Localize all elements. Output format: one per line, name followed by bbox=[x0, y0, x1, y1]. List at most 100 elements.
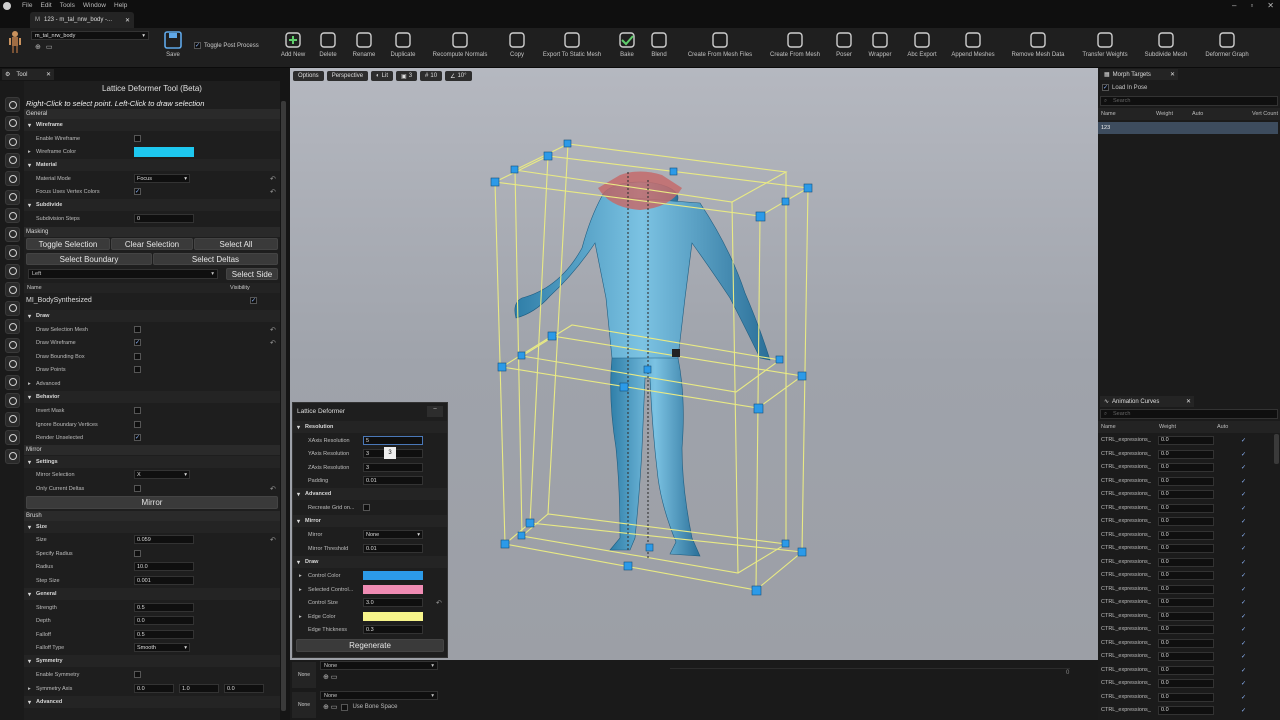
section-masking[interactable]: Masking bbox=[24, 227, 280, 237]
anim-dropdown-2[interactable]: None ▾ bbox=[320, 691, 438, 700]
anim-browse-buttons-1[interactable]: ⊕ ▭ bbox=[323, 673, 337, 681]
curve-row[interactable]: CTRL_expressions_ 0.0 ✓ bbox=[1098, 529, 1274, 543]
curve-row[interactable]: CTRL_expressions_ 0.0 ✓ bbox=[1098, 569, 1274, 583]
curve-weight-input[interactable]: 0.0 bbox=[1158, 706, 1214, 715]
preview-thumb-1[interactable]: None bbox=[292, 662, 316, 688]
tab-tool[interactable]: ⚙ Tool ✕ bbox=[2, 69, 54, 80]
close-tab-icon[interactable]: ✕ bbox=[125, 17, 130, 24]
curve-auto-checkbox[interactable]: ✓ bbox=[1241, 707, 1246, 714]
curve-row[interactable]: CTRL_expressions_ 0.0 ✓ bbox=[1098, 542, 1274, 556]
anim-browse-buttons-2[interactable]: ⊕ ▭ bbox=[323, 703, 337, 711]
menu-help[interactable]: Help bbox=[114, 2, 127, 9]
curve-row[interactable]: CTRL_expressions_ 0.0 ✓ bbox=[1098, 502, 1274, 516]
anim-dropdown-1[interactable]: None ▾ bbox=[320, 661, 438, 670]
curve-row[interactable]: CTRL_expressions_ 0.0 ✓ bbox=[1098, 650, 1274, 664]
control-color-swatch[interactable] bbox=[363, 571, 423, 580]
curve-row[interactable]: CTRL_expressions_ 0.0 ✓ bbox=[1098, 664, 1274, 678]
selected-control-color-swatch[interactable] bbox=[363, 585, 423, 594]
morph-row[interactable]: 123 bbox=[1098, 122, 1278, 134]
curve-auto-checkbox[interactable]: ✓ bbox=[1241, 491, 1246, 498]
skin-tool-icon[interactable] bbox=[5, 337, 20, 353]
edge-thickness-input[interactable]: 0.3 bbox=[363, 625, 423, 634]
curve-row[interactable]: CTRL_expressions_ 0.0 ✓ bbox=[1098, 637, 1274, 651]
subsection-wireframe[interactable]: Wireframe bbox=[24, 119, 280, 131]
timeline-track[interactable] bbox=[670, 668, 1070, 669]
curve-row[interactable]: CTRL_expressions_ 0.0 ✓ bbox=[1098, 448, 1274, 462]
preview-thumb-2[interactable]: None bbox=[292, 692, 316, 718]
curve-weight-input[interactable]: 0.0 bbox=[1158, 476, 1214, 486]
menu-window[interactable]: Window bbox=[83, 2, 106, 9]
subsection-resolution[interactable]: Resolution bbox=[293, 421, 447, 433]
close-tool-tab-icon[interactable]: ✕ bbox=[46, 71, 51, 78]
curve-weight-input[interactable]: 0.0 bbox=[1158, 544, 1214, 553]
enable-wireframe-checkbox[interactable] bbox=[134, 135, 141, 142]
subsection-lattice-draw[interactable]: Draw bbox=[293, 556, 447, 568]
load-in-pose-checkbox[interactable]: ✓ bbox=[1102, 84, 1109, 91]
paint-tool-icon[interactable] bbox=[5, 171, 20, 186]
draw-bbox-checkbox[interactable] bbox=[134, 353, 141, 360]
symmetry-axis-z[interactable]: 0.0 bbox=[224, 684, 264, 693]
reset-icon[interactable]: ↶ bbox=[270, 175, 276, 183]
grid-snap-button[interactable]: #10 bbox=[420, 71, 443, 81]
subdivision-steps-input[interactable]: 0 bbox=[134, 214, 194, 223]
morph-tool-icon[interactable] bbox=[5, 448, 20, 464]
render-unselected-checkbox[interactable]: ✓ bbox=[134, 434, 141, 441]
regenerate-button[interactable]: Regenerate bbox=[296, 639, 444, 652]
curve-row[interactable]: CTRL_expressions_ 0.0 ✓ bbox=[1098, 488, 1274, 502]
tab-animation-curves[interactable]: ∿ Animation Curves ✕ bbox=[1100, 396, 1194, 407]
mirror-threshold-input[interactable]: 0.01 bbox=[363, 544, 423, 553]
mesh-selector[interactable]: m_tal_nrw_body ▾ bbox=[31, 31, 149, 40]
curve-row[interactable]: CTRL_expressions_ 0.0 ✓ bbox=[1098, 691, 1274, 705]
curve-row[interactable]: CTRL_expressions_ 0.0 ✓ bbox=[1098, 475, 1274, 489]
curve-row[interactable]: CTRL_expressions_ 0.0 ✓ bbox=[1098, 556, 1274, 570]
brush-tool-icon[interactable] bbox=[5, 189, 20, 205]
transform-tool-icon[interactable] bbox=[5, 115, 20, 131]
curve-auto-checkbox[interactable]: ✓ bbox=[1241, 586, 1246, 593]
subsection-size[interactable]: Size bbox=[24, 521, 280, 533]
use-bone-space-checkbox[interactable] bbox=[341, 703, 349, 711]
curve-auto-checkbox[interactable]: ✓ bbox=[1241, 505, 1246, 512]
mask-tool-icon[interactable] bbox=[5, 282, 20, 297]
reset-icon[interactable]: ↶ bbox=[270, 536, 276, 544]
mirror-selection-dropdown[interactable]: X ▾ bbox=[134, 470, 190, 479]
subsection-general[interactable]: General bbox=[24, 588, 280, 600]
curve-auto-checkbox[interactable]: ✓ bbox=[1241, 680, 1246, 687]
recreate-grid-checkbox[interactable] bbox=[363, 504, 370, 511]
size-input[interactable]: 0.059 bbox=[134, 535, 194, 544]
curve-weight-input[interactable]: 0.0 bbox=[1158, 611, 1214, 621]
curve-weight-input[interactable]: 0.0 bbox=[1158, 449, 1214, 459]
curve-auto-checkbox[interactable]: ✓ bbox=[1241, 640, 1246, 647]
symmetry-axis-x[interactable]: 0.0 bbox=[134, 684, 174, 693]
perspective-button[interactable]: Perspective bbox=[326, 71, 369, 81]
curves-scrollbar[interactable] bbox=[1274, 434, 1279, 464]
material-list-row[interactable]: MI_BodySynthesized ✓ bbox=[24, 295, 280, 307]
visibility-checkbox[interactable]: ✓ bbox=[250, 297, 257, 304]
curve-auto-checkbox[interactable]: ✓ bbox=[1241, 572, 1246, 579]
focus-vertex-checkbox[interactable]: ✓ bbox=[134, 188, 141, 195]
material-mode-dropdown[interactable]: Focus ▾ bbox=[134, 174, 190, 183]
select-all-button[interactable]: Select All bbox=[194, 238, 278, 250]
curve-auto-checkbox[interactable]: ✓ bbox=[1241, 464, 1246, 471]
curve-auto-checkbox[interactable]: ✓ bbox=[1241, 599, 1246, 606]
viewport-options-button[interactable]: Options bbox=[293, 71, 324, 81]
menu-file[interactable]: File bbox=[22, 2, 32, 9]
save-button[interactable]: Save bbox=[163, 30, 183, 58]
rotation-snap-button[interactable]: ∠ 10° bbox=[445, 71, 472, 81]
menu-edit[interactable]: Edit bbox=[40, 2, 51, 9]
wireframe-color-swatch[interactable] bbox=[134, 147, 194, 157]
curve-auto-checkbox[interactable]: ✓ bbox=[1241, 545, 1246, 552]
curve-auto-checkbox[interactable]: ✓ bbox=[1241, 518, 1246, 525]
curve-auto-checkbox[interactable]: ✓ bbox=[1241, 532, 1246, 539]
subsection-material[interactable]: Material bbox=[24, 159, 280, 171]
curve-weight-input[interactable]: 0.0 bbox=[1158, 625, 1214, 634]
document-tab[interactable]: M 123 - m_tal_nrw_body -... ✕ bbox=[30, 12, 134, 28]
curve-auto-checkbox[interactable]: ✓ bbox=[1241, 694, 1246, 701]
row-advanced-toggle[interactable]: ▸ Advanced bbox=[24, 377, 280, 390]
subsection-draw[interactable]: Draw bbox=[24, 310, 280, 322]
curve-auto-checkbox[interactable]: ✓ bbox=[1241, 451, 1246, 458]
toggle-post-process[interactable]: ✓ Toggle Post Process bbox=[194, 42, 259, 49]
section-mirror[interactable]: Mirror bbox=[24, 445, 280, 455]
deformer-graph-button[interactable]: Deformer Graph bbox=[1187, 30, 1267, 58]
reset-icon[interactable]: ↶ bbox=[270, 485, 276, 493]
subsection-advanced[interactable]: Advanced bbox=[24, 696, 280, 708]
